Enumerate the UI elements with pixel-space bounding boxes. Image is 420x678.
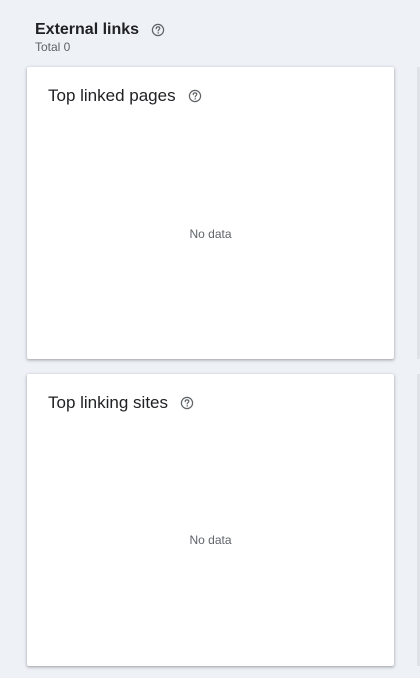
- section-header: External links Total 0: [35, 19, 165, 54]
- card-title: Top linking sites: [48, 393, 169, 412]
- no-data-message: No data: [189, 533, 232, 547]
- no-data-message: No data: [189, 227, 232, 241]
- section-title: External links: [35, 21, 140, 38]
- card-header: Top linked pages: [48, 85, 202, 107]
- card-header: Top linking sites: [48, 392, 194, 414]
- section-title-row: External links: [35, 19, 165, 41]
- help-icon[interactable]: [151, 23, 165, 37]
- top-linking-sites-card: Top linking sites No data: [27, 374, 394, 666]
- card-title: Top linked pages: [48, 86, 176, 105]
- help-icon[interactable]: [180, 396, 194, 410]
- top-linked-pages-card: Top linked pages No data: [27, 67, 394, 359]
- external-links-panel: External links Total 0 Top linked pages: [0, 0, 420, 678]
- help-icon[interactable]: [188, 89, 202, 103]
- total-count: Total 0: [35, 40, 71, 54]
